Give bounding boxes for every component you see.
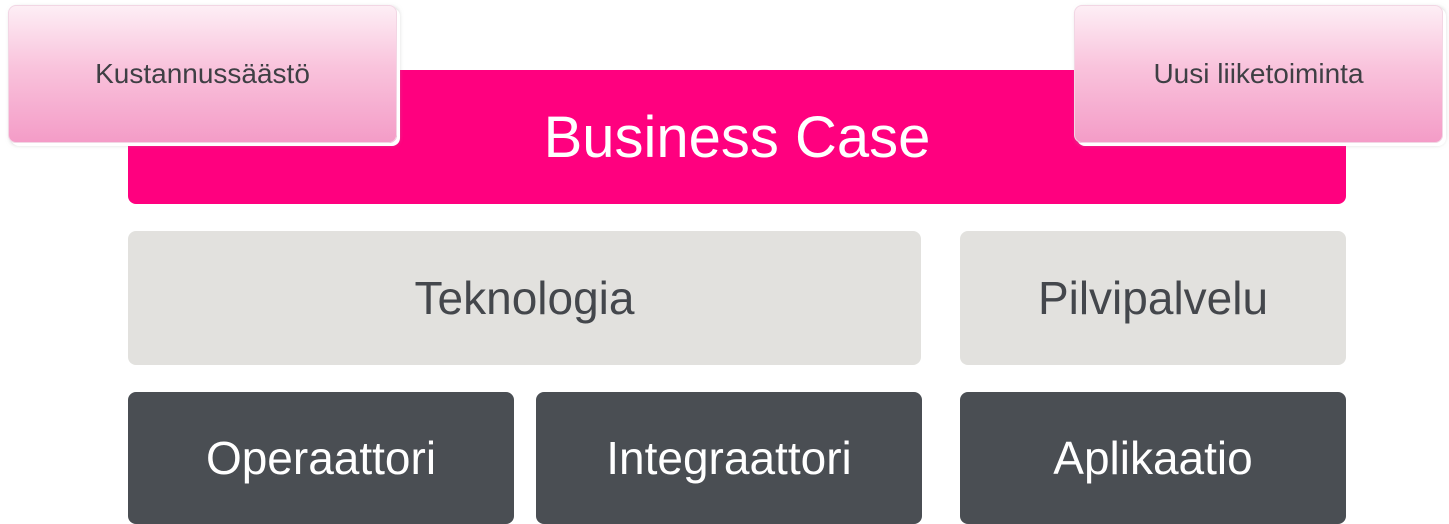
technology-box: Teknologia: [128, 231, 921, 365]
business-case-label: Business Case: [543, 104, 931, 170]
new-business-tab: Uusi liiketoiminta: [1074, 5, 1443, 143]
new-business-label: Uusi liiketoiminta: [1153, 58, 1364, 89]
integrator-label: Integraattori: [606, 432, 852, 484]
operator-label: Operaattori: [205, 432, 437, 484]
technology-label: Teknologia: [414, 272, 635, 324]
operator-box: Operaattori: [128, 392, 514, 524]
cost-savings-label: Kustannussäästö: [95, 58, 310, 89]
application-box: Aplikaatio: [960, 392, 1346, 524]
integrator-box: Integraattori: [536, 392, 922, 524]
application-label: Aplikaatio: [1053, 432, 1253, 484]
cost-savings-tab: Kustannussäästö: [8, 5, 397, 143]
cloud-service-label: Pilvipalvelu: [1037, 272, 1269, 324]
cloud-service-box: Pilvipalvelu: [960, 231, 1346, 365]
